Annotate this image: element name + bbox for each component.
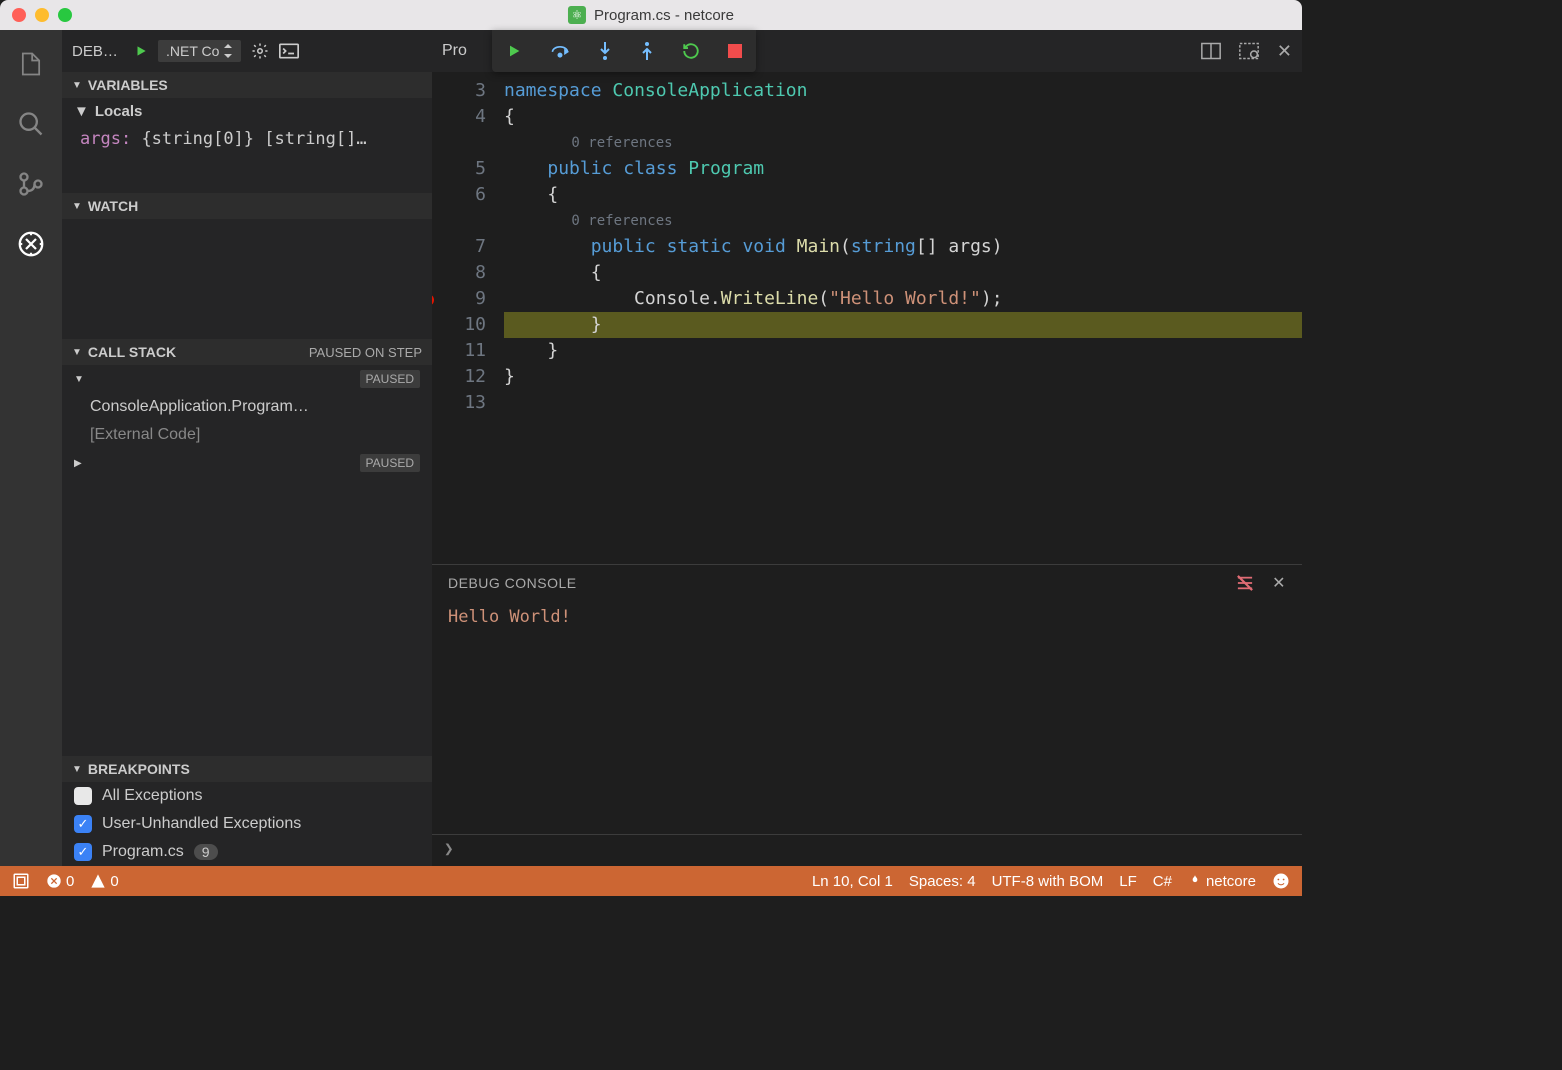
breakpoint-item[interactable]: All Exceptions [62, 782, 432, 810]
code-editor[interactable]: 345678910111213 namespace ConsoleApplica… [432, 72, 1302, 564]
breakpoint-item[interactable]: ✓User-Unhandled Exceptions [62, 810, 432, 838]
main-area: DEB… .NET Co ▼ VARIABLES ▼ Locals args: [0, 30, 1302, 866]
editor-tab[interactable]: Pro [442, 42, 467, 60]
console-input[interactable]: ❯ [432, 834, 1302, 866]
cursor-position[interactable]: Ln 10, Col 1 [812, 873, 893, 890]
checkbox[interactable] [74, 787, 92, 805]
chevron-down-icon: ▼ [72, 201, 82, 212]
callstack-item[interactable]: ▼PAUSED [62, 365, 432, 393]
variable-row[interactable]: args: {string[0]} [string[]… [62, 125, 432, 153]
close-window-button[interactable] [12, 8, 26, 22]
callstack-item[interactable]: [External Code] [62, 421, 432, 449]
more-actions-button[interactable] [1239, 42, 1259, 60]
remote-button[interactable] [12, 872, 30, 890]
callstack-item[interactable]: ConsoleApplication.Program… [62, 393, 432, 421]
search-icon[interactable] [15, 108, 47, 140]
debug-sidebar: DEB… .NET Co ▼ VARIABLES ▼ Locals args: [62, 30, 432, 866]
restart-button[interactable] [682, 42, 700, 60]
close-panel-button[interactable]: ✕ [1272, 573, 1286, 593]
debug-config-select[interactable]: .NET Co [158, 40, 241, 62]
window-controls [12, 8, 72, 22]
language-status[interactable]: C# [1153, 873, 1172, 890]
step-into-button[interactable] [598, 42, 612, 60]
watch-header[interactable]: ▼ WATCH [62, 193, 432, 219]
app-icon: ⚛ [568, 6, 586, 24]
errors-status[interactable]: 0 [46, 873, 74, 890]
debug-icon[interactable] [15, 228, 47, 260]
breakpoint-item[interactable]: ✓Program.cs9 [62, 838, 432, 866]
title-text: Program.cs - netcore [594, 7, 734, 24]
clear-console-button[interactable] [1236, 575, 1254, 591]
breakpoints-header[interactable]: ▼ BREAKPOINTS [62, 756, 432, 782]
indentation-status[interactable]: Spaces: 4 [909, 873, 976, 890]
debug-console-panel: DEBUG CONSOLE ✕ Hello World! ❯ [432, 564, 1302, 866]
continue-button[interactable] [506, 43, 522, 59]
debug-header: DEB… .NET Co [62, 30, 432, 72]
checkbox[interactable]: ✓ [74, 843, 92, 861]
callstack-header[interactable]: ▼ CALL STACK PAUSED ON STEP [62, 339, 432, 365]
chevron-down-icon: ▼ [74, 103, 89, 120]
chevron-down-icon: ▼ [72, 764, 82, 775]
checkbox[interactable]: ✓ [74, 815, 92, 833]
start-debug-button[interactable] [134, 44, 148, 58]
debug-settings-button[interactable] [251, 42, 269, 60]
activity-bar [0, 30, 62, 866]
statusbar: 0 0 Ln 10, Col 1 Spaces: 4 UTF-8 with BO… [0, 866, 1302, 896]
console-output: Hello World! [432, 601, 1302, 834]
locals-header[interactable]: ▼ Locals [62, 98, 432, 125]
chevron-down-icon: ▼ [72, 347, 82, 358]
warnings-status[interactable]: 0 [90, 873, 118, 890]
explorer-icon[interactable] [15, 48, 47, 80]
step-out-button[interactable] [640, 42, 654, 60]
debug-toolbar [492, 30, 756, 72]
source-control-icon[interactable] [15, 168, 47, 200]
debug-target[interactable]: netcore [1188, 873, 1256, 890]
close-editor-button[interactable]: ✕ [1277, 41, 1292, 62]
variables-header[interactable]: ▼ VARIABLES [62, 72, 432, 98]
eol-status[interactable]: LF [1119, 873, 1137, 890]
editor-area: Pro ✕ 345678910111213 namespace Conso [432, 30, 1302, 866]
titlebar: ⚛ Program.cs - netcore [0, 0, 1302, 30]
split-editor-button[interactable] [1201, 42, 1221, 60]
debug-console-header: DEBUG CONSOLE ✕ [432, 565, 1302, 601]
minimize-window-button[interactable] [35, 8, 49, 22]
callstack-item[interactable]: ▶PAUSED [62, 449, 432, 477]
window-title: ⚛ Program.cs - netcore [568, 6, 734, 24]
stop-button[interactable] [728, 44, 742, 58]
chevron-down-icon: ▼ [72, 80, 82, 91]
maximize-window-button[interactable] [58, 8, 72, 22]
step-over-button[interactable] [550, 43, 570, 59]
debug-label: DEB… [72, 43, 124, 60]
debug-console-toggle-button[interactable] [279, 43, 299, 59]
encoding-status[interactable]: UTF-8 with BOM [992, 873, 1104, 890]
feedback-button[interactable] [1272, 872, 1290, 890]
